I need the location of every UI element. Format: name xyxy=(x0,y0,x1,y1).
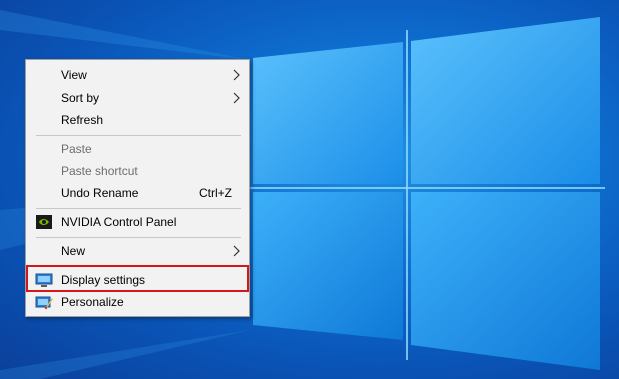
chevron-right-icon xyxy=(233,92,240,104)
menu-item-paste: Paste xyxy=(27,138,248,160)
menu-item-label: New xyxy=(61,244,86,258)
menu-item-label: View xyxy=(61,68,87,82)
menu-item-label: Refresh xyxy=(61,113,104,127)
menu-item-personalize[interactable]: Personalize xyxy=(27,291,248,313)
menu-item-view[interactable]: View xyxy=(27,64,248,86)
desktop-context-menu: View Sort by Refresh Paste Paste shortcu… xyxy=(25,59,250,317)
menu-item-undo-rename[interactable]: Undo Rename Ctrl+Z xyxy=(27,182,248,204)
menu-item-label: Sort by xyxy=(61,91,100,105)
menu-item-sort-by[interactable]: Sort by xyxy=(27,87,248,109)
menu-item-nvidia-control-panel[interactable]: NVIDIA Control Panel xyxy=(27,211,248,233)
personalize-icon xyxy=(35,296,53,310)
menu-item-label: NVIDIA Control Panel xyxy=(61,215,177,229)
menu-item-shortcut: Ctrl+Z xyxy=(199,186,232,200)
menu-item-label: Paste shortcut xyxy=(61,164,138,178)
menu-item-label: Personalize xyxy=(61,295,124,309)
chevron-right-icon xyxy=(233,69,240,81)
menu-separator xyxy=(36,208,241,209)
chevron-right-icon xyxy=(233,245,240,257)
highlight-box xyxy=(26,265,249,292)
nvidia-icon xyxy=(36,215,52,229)
menu-item-refresh[interactable]: Refresh xyxy=(27,109,248,131)
menu-separator xyxy=(36,135,241,136)
menu-item-label: Undo Rename xyxy=(61,186,139,200)
menu-item-paste-shortcut: Paste shortcut xyxy=(27,160,248,182)
menu-item-label: Paste xyxy=(61,142,92,156)
menu-separator xyxy=(36,237,241,238)
menu-item-new[interactable]: New xyxy=(27,240,248,262)
